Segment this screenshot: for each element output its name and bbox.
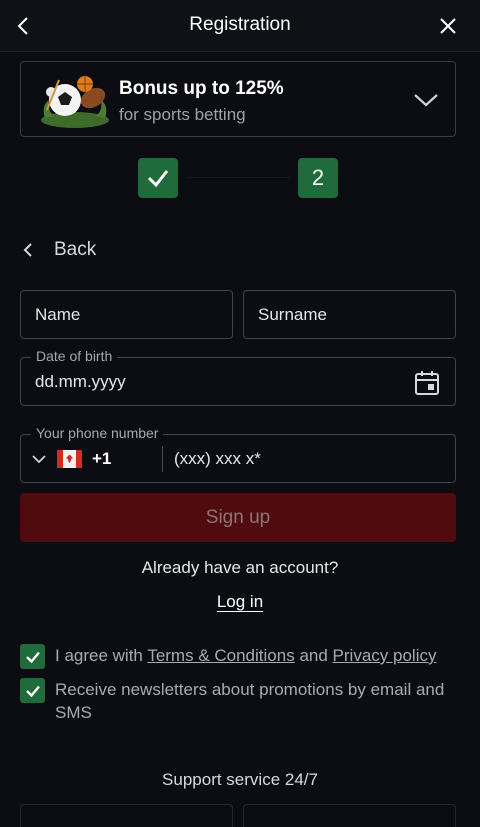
step-1-completed [138, 158, 178, 198]
chevron-down-icon [32, 454, 46, 463]
phone-number-field[interactable]: Your phone number +1 [20, 425, 456, 483]
surname-input[interactable] [258, 291, 441, 338]
terms-prefix: I agree with [55, 646, 143, 665]
name-input[interactable] [35, 291, 218, 338]
support-button-left[interactable] [20, 804, 233, 827]
divider [162, 446, 163, 472]
sign-up-button[interactable]: Sign up [20, 493, 456, 542]
name-field[interactable] [20, 290, 233, 339]
checkmark-icon [147, 170, 169, 188]
terms-checkbox[interactable] [20, 644, 45, 669]
bonus-subtitle: for sports betting [119, 105, 246, 124]
checkmark-icon [25, 685, 40, 697]
newsletter-checkbox[interactable] [20, 678, 45, 703]
support-title: Support service 24/7 [162, 770, 318, 789]
login-row: Log in [0, 592, 480, 612]
date-of-birth-field[interactable]: Date of birth [20, 348, 456, 406]
newsletter-row: Receive newsletters about promotions by … [20, 678, 455, 724]
back-link[interactable]: Back [22, 234, 96, 266]
page-title: Registration [189, 14, 291, 35]
phone-number-input[interactable] [174, 435, 444, 482]
support-button-right[interactable] [243, 804, 456, 827]
already-have-account-text: Already have an account? [141, 558, 339, 577]
chevron-down-icon [414, 94, 438, 107]
terms-agreement-text: I agree with Terms & Conditions and Priv… [55, 644, 455, 667]
top-bar: Registration [0, 0, 480, 52]
close-button[interactable] [430, 8, 466, 44]
bonus-selector[interactable]: Bonus up to 125% for sports betting [20, 61, 456, 137]
step-2: 2 [298, 158, 338, 198]
close-icon [440, 18, 456, 34]
calendar-icon[interactable] [414, 370, 440, 396]
country-code-selector[interactable]: +1 [31, 435, 161, 482]
log-in-link[interactable]: Log in [217, 592, 263, 611]
surname-field[interactable] [243, 290, 456, 339]
step-connector [186, 177, 290, 178]
back-link-label: Back [54, 239, 97, 260]
canada-flag-icon [57, 449, 82, 468]
terms-conditions-link[interactable]: Terms & Conditions [147, 646, 294, 665]
privacy-policy-link[interactable]: Privacy policy [333, 646, 437, 665]
sports-bonus-icon [41, 76, 109, 128]
chevron-left-icon [23, 243, 32, 257]
registration-steps: 2 [0, 158, 480, 198]
checkmark-icon [25, 651, 40, 663]
bonus-title: Bonus up to 125% [119, 78, 284, 99]
terms-agreement-row: I agree with Terms & Conditions and Priv… [20, 644, 455, 669]
newsletter-text: Receive newsletters about promotions by … [55, 680, 445, 722]
date-of-birth-input[interactable] [35, 358, 441, 405]
country-code: +1 [92, 448, 112, 468]
terms-and: and [299, 646, 328, 665]
